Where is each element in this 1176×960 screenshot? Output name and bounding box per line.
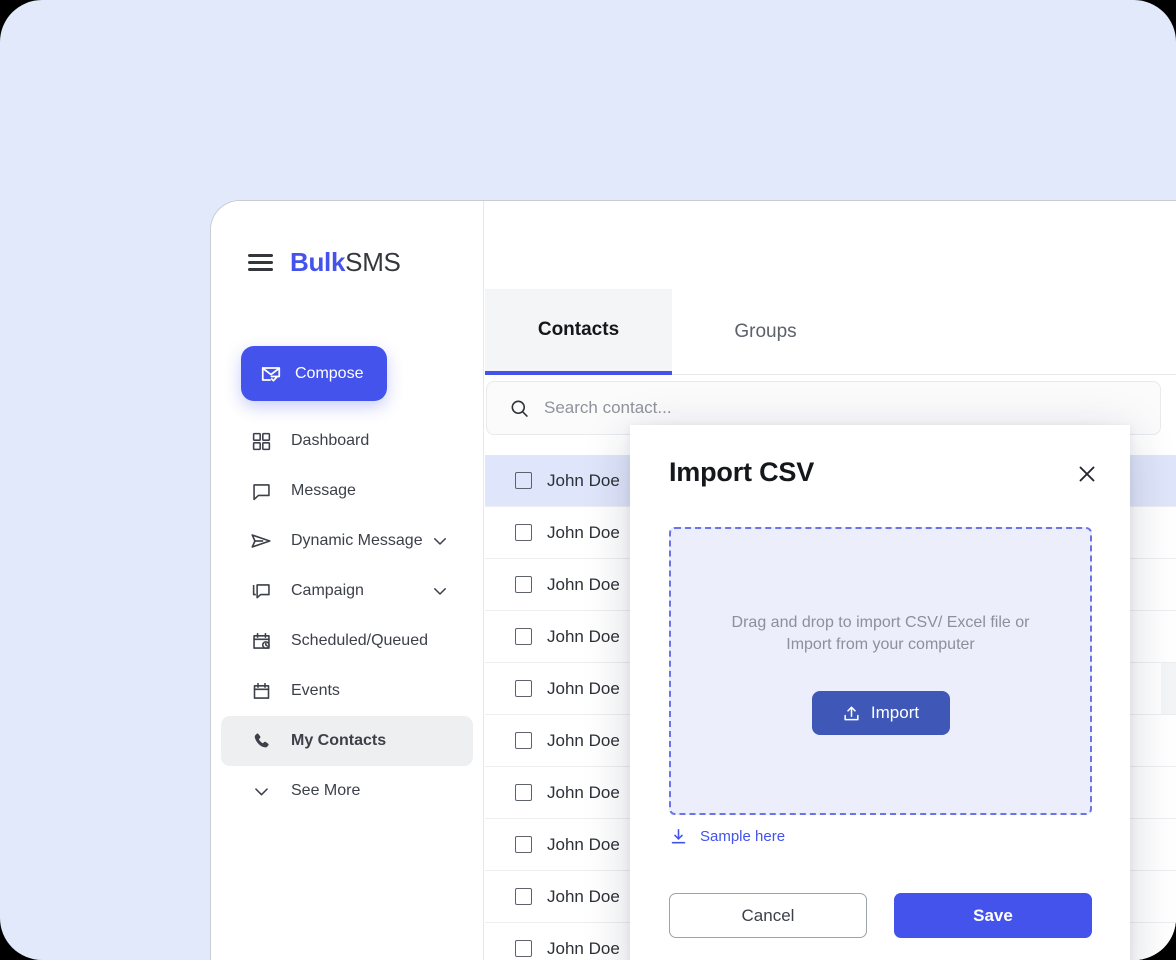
sidebar-item-campaign[interactable]: Campaign [221, 566, 473, 616]
sidebar-item-label: Dynamic Message [291, 532, 423, 549]
contact-name: John Doe [547, 834, 620, 854]
detail-row[interactable]: roup [1161, 715, 1176, 767]
contact-name: John Doe [547, 886, 620, 906]
save-button[interactable]: Save [894, 893, 1092, 938]
tab-label: Contacts [537, 319, 620, 340]
contact-name: John Doe [547, 938, 620, 958]
compose-button-label: Compose [295, 364, 364, 382]
contact-name: John Doe [547, 626, 620, 646]
chevron-down-icon[interactable] [431, 532, 449, 550]
row-checkbox[interactable] [515, 576, 532, 593]
sidebar-item-label: Campaign [291, 582, 364, 599]
import-button[interactable]: Import [811, 691, 950, 735]
page-background: BulkSMS Compose Dashboard Message Dynami… [0, 0, 1176, 960]
import-button-label: Import [870, 703, 920, 722]
phone-icon [248, 731, 274, 752]
row-checkbox[interactable] [515, 732, 532, 749]
row-checkbox[interactable] [515, 888, 532, 905]
contact-name: John Doe [547, 470, 620, 490]
dropzone-instructions: Drag and drop to import CSV/ Excel file … [732, 612, 1030, 656]
row-checkbox[interactable] [515, 680, 532, 697]
tab-bar: Contacts Groups [485, 289, 1176, 375]
upload-icon [842, 704, 861, 723]
sidebar-item-dynamic-message[interactable]: Dynamic Message [221, 516, 473, 566]
close-icon[interactable] [1074, 461, 1100, 487]
contacts-detail-column: : 945 tact to f Grou roup [1161, 455, 1176, 871]
search-placeholder: Search contact... [544, 398, 672, 417]
row-checkbox[interactable] [515, 472, 532, 489]
hamburger-menu-icon[interactable] [248, 254, 273, 271]
modal-footer: Cancel Save [669, 893, 1092, 938]
brand-bold: Bulk [290, 247, 346, 277]
row-checkbox[interactable] [515, 836, 532, 853]
brand-light: SMS [345, 247, 401, 277]
sidebar-item-my-contacts[interactable]: My Contacts [221, 716, 473, 766]
calendar-icon [248, 681, 274, 702]
campaign-icon [248, 581, 274, 602]
chat-bubble-icon [248, 481, 274, 502]
sidebar-item-label: Message [291, 482, 356, 499]
mail-check-icon [260, 363, 282, 385]
save-button-label: Save [973, 905, 1013, 925]
sidebar-item-events[interactable]: Events [221, 666, 473, 716]
dropzone-line-1: Drag and drop to import CSV/ Excel file … [731, 614, 1030, 631]
modal-title: Import CSV [669, 457, 815, 487]
compose-button[interactable]: Compose [241, 346, 387, 401]
sidebar-item-label: Scheduled/Queued [291, 632, 428, 649]
row-checkbox[interactable] [515, 628, 532, 645]
contact-name: John Doe [547, 730, 620, 750]
contact-name: John Doe [547, 522, 620, 542]
brand-row: BulkSMS [211, 201, 483, 278]
sidebar-item-label: See More [291, 782, 361, 799]
sidebar-nav: Dashboard Message Dynamic Message Campai… [211, 416, 483, 816]
row-checkbox[interactable] [515, 784, 532, 801]
file-dropzone[interactable]: Drag and drop to import CSV/ Excel file … [669, 527, 1092, 815]
detail-row[interactable] [1161, 819, 1176, 871]
contact-name: John Doe [547, 782, 620, 802]
tab-groups[interactable]: Groups [672, 289, 859, 375]
row-checkbox[interactable] [515, 940, 532, 957]
chevron-down-icon[interactable] [431, 582, 449, 600]
sidebar-item-see-more[interactable]: See More [221, 766, 473, 816]
detail-row[interactable] [1161, 663, 1176, 715]
send-icon [248, 530, 274, 552]
detail-row[interactable]: tact to [1161, 559, 1176, 611]
sample-download-link[interactable]: Sample here [669, 827, 785, 846]
grid-icon [248, 431, 274, 452]
download-icon [669, 827, 688, 846]
sidebar-item-label: Events [291, 682, 340, 699]
sidebar-item-label: My Contacts [291, 732, 387, 749]
brand-logo[interactable]: BulkSMS [290, 247, 401, 278]
import-csv-modal: Import CSV Drag and drop to import CSV/ … [630, 425, 1130, 960]
cancel-button[interactable]: Cancel [669, 893, 867, 938]
sidebar-item-label: Dashboard [291, 432, 370, 449]
cancel-button-label: Cancel [741, 905, 795, 925]
sample-link-label: Sample here [700, 828, 786, 845]
search-icon [509, 398, 530, 419]
tab-contacts[interactable]: Contacts [485, 289, 672, 375]
sidebar-item-dashboard[interactable]: Dashboard [221, 416, 473, 466]
contact-name: John Doe [547, 574, 620, 594]
chevron-down-icon [248, 782, 274, 801]
detail-row[interactable] [1161, 507, 1176, 559]
sidebar: BulkSMS Compose Dashboard Message Dynami… [211, 201, 484, 960]
sidebar-item-scheduled-queued[interactable]: Scheduled/Queued [221, 616, 473, 666]
detail-row[interactable]: : 945 [1161, 455, 1176, 507]
contact-name: John Doe [547, 678, 620, 698]
detail-row[interactable]: f Grou [1161, 611, 1176, 663]
calendar-clock-icon [248, 631, 274, 652]
tab-label: Groups [734, 321, 797, 342]
dropzone-line-2: Import from your computer [786, 636, 975, 653]
detail-row[interactable] [1161, 767, 1176, 819]
sidebar-item-message[interactable]: Message [221, 466, 473, 516]
row-checkbox[interactable] [515, 524, 532, 541]
